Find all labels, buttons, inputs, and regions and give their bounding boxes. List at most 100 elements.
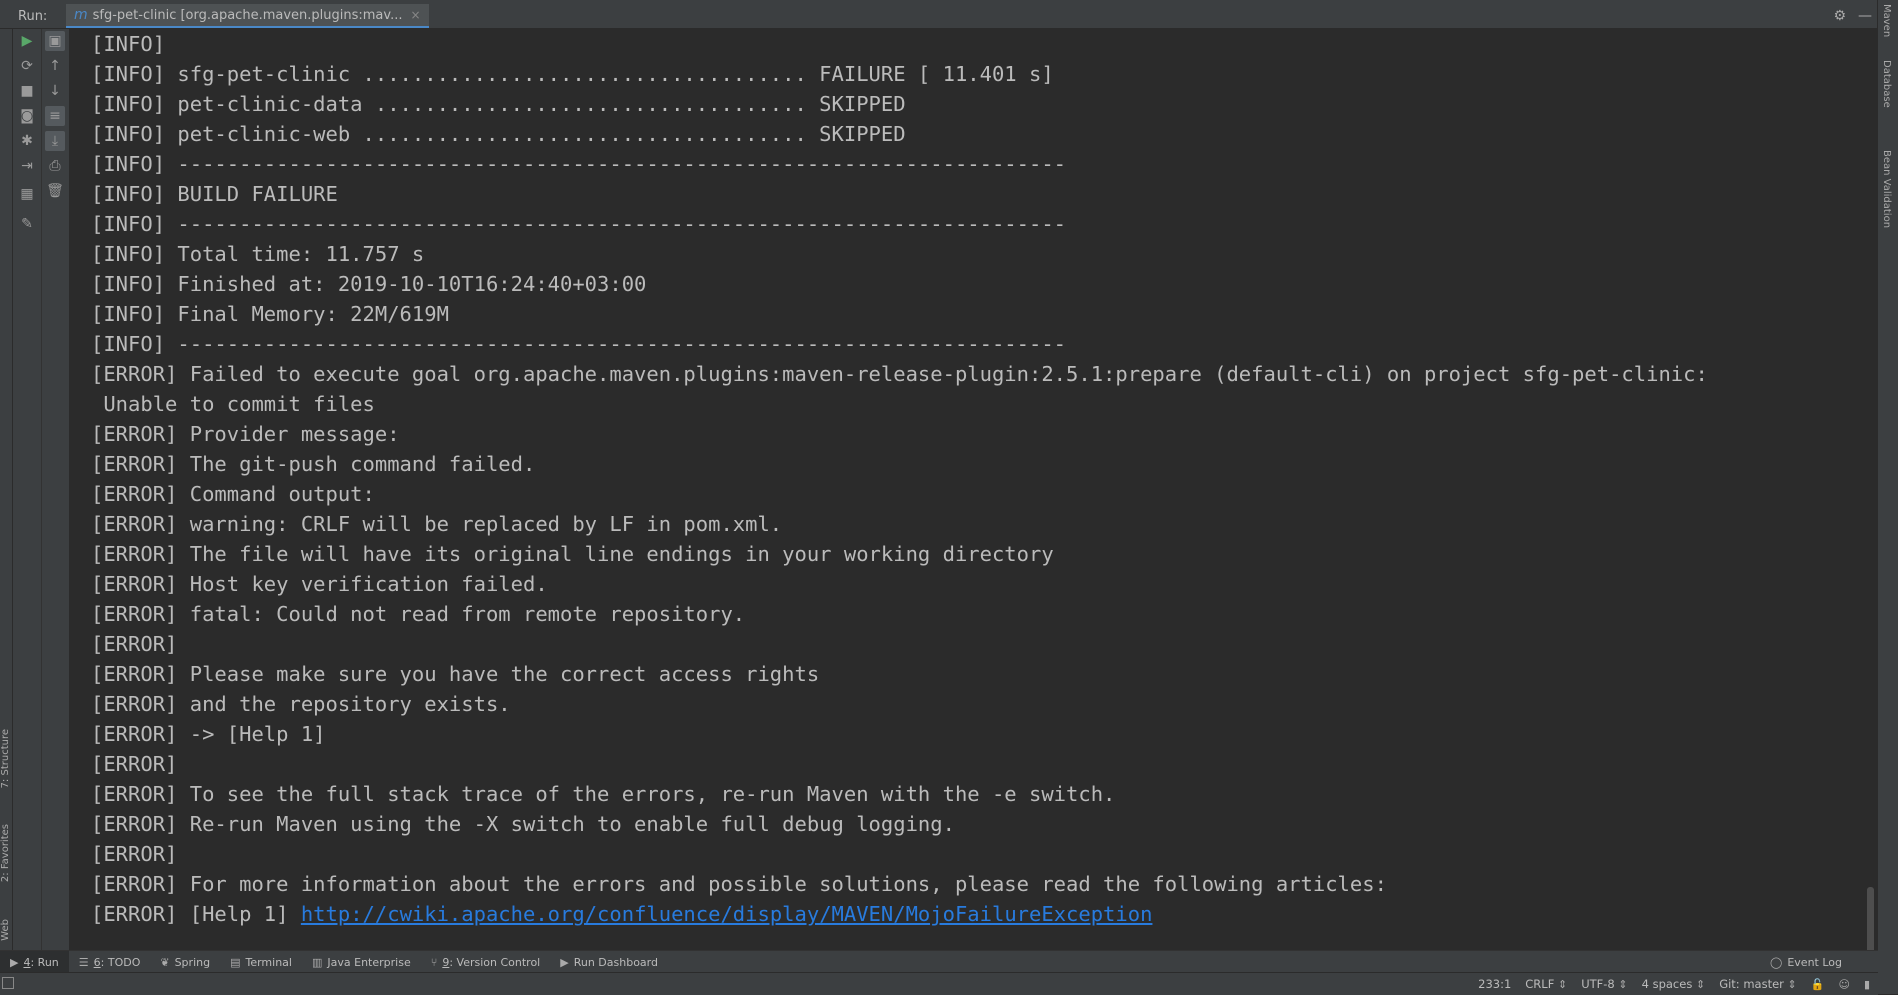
tool-windows-toggle-icon[interactable] [2, 977, 14, 989]
tab-todo[interactable]: ☰ 6: TODO [69, 951, 151, 973]
console-line: [ERROR] To see the full stack trace of t… [91, 782, 1116, 806]
tab-version-control[interactable]: ⑂ 9: Version Control [421, 951, 551, 973]
dropdown-icon: ⇕ [1787, 978, 1797, 991]
console-line: [INFO] Final Memory: 22M/619M [91, 302, 449, 326]
arrow-up-icon[interactable]: ↑ [45, 56, 65, 76]
console-line: [ERROR] Please make sure you have the co… [91, 662, 820, 686]
toggle-view-icon[interactable]: ▣ [45, 31, 65, 51]
camera-icon[interactable]: ◙ [17, 106, 37, 126]
console-line: [ERROR] For more information about the e… [91, 872, 1387, 896]
tool-window-tabs: ▶ 4: Run ☰ 6: TODO ❦ Spring ▤ Terminal ▥… [0, 950, 1878, 973]
rerun-failed-icon[interactable]: ⟳ [17, 56, 37, 76]
console-line: [ERROR] Re-run Maven using the -X switch… [91, 812, 955, 836]
gear-icon[interactable]: ⚙ [1833, 8, 1846, 24]
soft-wrap-icon[interactable]: ≡ [45, 106, 65, 126]
terminal-icon: ▤ [230, 955, 241, 969]
console-line: [ERROR] [91, 752, 178, 776]
tab-run[interactable]: ▶ 4: Run [0, 951, 69, 973]
tab-spring[interactable]: ❦ Spring [150, 951, 220, 973]
run-label: Run: [18, 8, 48, 24]
git-branch-value: Git: master [1719, 977, 1784, 991]
console-line: [INFO] [91, 32, 166, 56]
maven-icon: m [74, 7, 88, 23]
minimize-icon[interactable]: — [1858, 8, 1872, 24]
list-icon: ☰ [78, 955, 89, 969]
indent-value: 4 spaces [1641, 977, 1693, 991]
console-line-help-link: [ERROR] [Help 1] http://cwiki.apache.org… [70, 899, 1878, 929]
exit-icon[interactable]: ⇥ [17, 156, 37, 176]
favorites-tool-tab[interactable]: 2: Favorites [0, 824, 11, 882]
tab-terminal[interactable]: ▤ Terminal [220, 951, 302, 973]
right-tool-strip: Maven Database Bean Validation [1877, 0, 1898, 994]
dropdown-icon: ⇕ [1557, 978, 1568, 991]
web-tool-tab[interactable]: Web [0, 919, 11, 941]
trash-icon[interactable]: 🗑 [45, 181, 65, 201]
console-line: [INFO] Total time: 11.757 s [91, 242, 425, 266]
structure-tool-tab[interactable]: 7: Structure [0, 729, 11, 788]
close-icon[interactable]: × [410, 8, 420, 22]
console-line: [INFO] pet-clinic-web ..................… [91, 122, 906, 146]
console-line: [INFO] pet-clinic-data .................… [91, 92, 906, 116]
event-log-icon: ◯ [1770, 955, 1783, 969]
tab-java-enterprise-label: Java Enterprise [327, 955, 411, 969]
lock-icon[interactable]: 🔓 [1811, 978, 1825, 991]
print-icon[interactable]: ⎙ [45, 156, 65, 176]
tab-java-enterprise[interactable]: ▥ Java Enterprise [302, 951, 421, 973]
stop-icon[interactable]: ■ [17, 81, 37, 101]
scroll-to-end-icon[interactable]: ⤓ [45, 131, 65, 151]
tab-todo-label: : TODO [100, 955, 141, 969]
cursor-position[interactable]: 233:1 [1478, 977, 1511, 991]
console-line: [ERROR] Failed to execute goal org.apach… [91, 362, 1708, 386]
arrow-down-icon[interactable]: ↓ [45, 81, 65, 101]
tab-terminal-label: Terminal [245, 955, 292, 969]
console-actions-gutter: ▣ ↑ ↓ ≡ ⤓ ⎙ 🗑 [42, 29, 70, 964]
dropdown-icon: ⇕ [1695, 978, 1706, 991]
inspector-icon[interactable]: ☺ [1838, 978, 1849, 991]
console-line: [ERROR] -> [Help 1] [91, 722, 326, 746]
bean-validation-tool-tab[interactable]: Bean Validation [1881, 150, 1892, 228]
console-output[interactable]: [INFO] [INFO] sfg-pet-clinic ............… [70, 29, 1878, 964]
console-line: [INFO] ---------------------------------… [91, 212, 1067, 236]
run-toolbar: Run: m sfg-pet-clinic [org.apache.maven.… [0, 4, 1878, 29]
tab-todo-num: 6 [93, 955, 101, 969]
mojo-failure-link[interactable]: http://cwiki.apache.org/confluence/displ… [301, 902, 1153, 926]
file-encoding-value: UTF-8 [1581, 977, 1615, 991]
maven-tool-tab[interactable]: Maven [1881, 4, 1892, 37]
debug-icon[interactable]: ✱ [17, 131, 37, 151]
console-line: [INFO] ---------------------------------… [91, 332, 1067, 356]
tab-run-dashboard-label: Run Dashboard [573, 955, 658, 969]
database-tool-tab[interactable]: Database [1881, 60, 1892, 108]
run-tab-sfg-pet-clinic[interactable]: m sfg-pet-clinic [org.apache.maven.plugi… [66, 4, 429, 28]
run-tab-title: sfg-pet-clinic [org.apache.maven.plugins… [92, 7, 403, 23]
help-link-prefix: [ERROR] [Help 1] [91, 902, 301, 926]
console-line: [ERROR] fatal: Could not read from remot… [91, 602, 746, 626]
pin-icon[interactable]: ✎ [17, 214, 37, 234]
tab-run-label: : Run [30, 955, 59, 969]
tab-event-log-label: Event Log [1787, 955, 1842, 969]
run-actions-gutter: ▶ ⟳ ■ ◙ ✱ ⇥ ▦ ✎ [13, 29, 42, 964]
console-line: [ERROR] The git-push command failed. [91, 452, 536, 476]
console-line: [ERROR] and the repository exists. [91, 692, 511, 716]
run-dashboard-icon: ▶ [560, 955, 569, 969]
line-separator[interactable]: CRLF ⇕ [1525, 977, 1567, 991]
console-line: [ERROR] Host key verification failed. [91, 572, 548, 596]
line-separator-value: CRLF [1525, 977, 1555, 991]
layout-icon[interactable]: ▦ [17, 184, 37, 204]
file-encoding[interactable]: UTF-8 ⇕ [1581, 977, 1627, 991]
run-icon: ▶ [10, 955, 19, 969]
console-line: Unable to commit files [91, 392, 375, 416]
console-line: [ERROR] [91, 632, 178, 656]
tab-event-log[interactable]: ◯ Event Log [1760, 951, 1852, 973]
tab-spring-label: Spring [174, 955, 211, 969]
git-branch[interactable]: Git: master ⇕ [1719, 977, 1797, 991]
rerun-icon[interactable]: ▶ [17, 31, 37, 51]
console-line: [INFO] Finished at: 2019-10-10T16:24:40+… [91, 272, 647, 296]
tab-run-dashboard[interactable]: ▶ Run Dashboard [550, 951, 668, 973]
console-line: [INFO] BUILD FAILURE [91, 182, 338, 206]
console-line: [ERROR] Command output: [91, 482, 375, 506]
memory-indicator-icon[interactable]: ▮ [1864, 978, 1870, 991]
console-line: [INFO] sfg-pet-clinic ..................… [91, 62, 1054, 86]
console-line: [ERROR] [91, 842, 178, 866]
spring-leaf-icon: ❦ [160, 955, 170, 969]
indent-setting[interactable]: 4 spaces ⇕ [1642, 977, 1706, 991]
